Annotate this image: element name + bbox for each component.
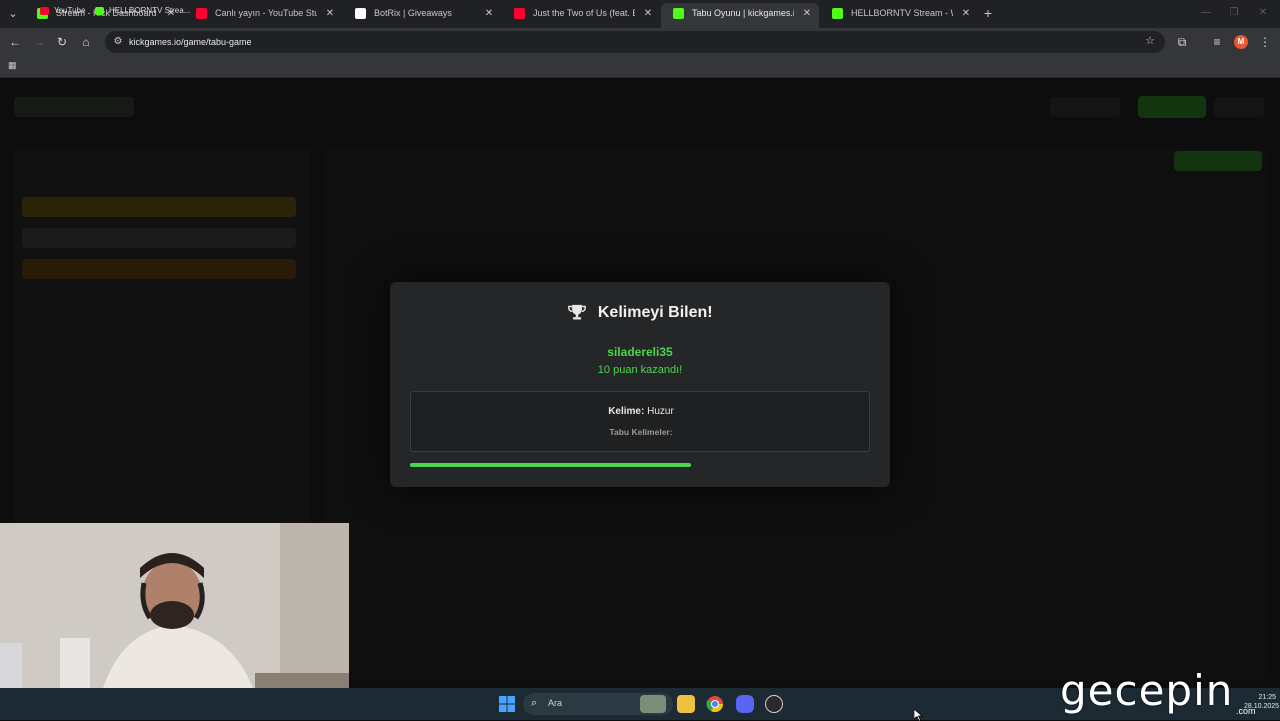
apps-grid-icon[interactable]: ▦: [8, 60, 18, 70]
youtube-studio-icon: [196, 8, 207, 19]
site-info-icon[interactable]: ⚙: [111, 35, 125, 49]
file-explorer-icon[interactable]: [677, 695, 695, 713]
profile-avatar[interactable]: M: [1234, 35, 1248, 49]
tab-close-icon[interactable]: ✕: [960, 3, 972, 24]
tab-search-chevron-icon[interactable]: ⌄: [5, 6, 21, 22]
tab-title: Tabu Oyunu | kickgames.io: [692, 8, 794, 18]
browser-tab[interactable]: Tabu Oyunu | kickgames.io ✕: [661, 3, 819, 28]
site-logo: [14, 97, 134, 117]
tab-title: Canlı yayın - YouTube Studio: [215, 8, 317, 18]
tab-close-icon[interactable]: ✕: [642, 3, 654, 24]
clock-time: 21:25: [1258, 694, 1276, 701]
main-action-button: [1174, 151, 1262, 171]
watermark-logo: gecepin: [1060, 666, 1234, 715]
new-tab-button[interactable]: +: [981, 5, 995, 21]
tab-title: BotRix | Giveaways: [374, 8, 452, 18]
kick-icon: [832, 8, 843, 19]
panel-row: [22, 228, 296, 248]
youtube-icon: [40, 7, 49, 15]
address-bar[interactable]: ⚙ kickgames.io/game/tabu-game ☆: [105, 31, 1165, 53]
countdown-progress-fill: [410, 463, 691, 467]
search-icon: ⌕: [531, 697, 538, 709]
tab-title: Just the Two of Us (feat. Bill Wi: [533, 8, 635, 18]
home-icon[interactable]: ⌂: [78, 34, 94, 50]
tab-close-icon[interactable]: ✕: [324, 3, 336, 24]
tab-close-icon[interactable]: ✕: [801, 3, 813, 24]
maximize-icon[interactable]: ❐: [1227, 6, 1241, 20]
word-label: Kelime:: [608, 406, 645, 417]
watermark-domain: .com: [1236, 706, 1256, 716]
search-highlight-icon[interactable]: [640, 695, 666, 713]
taboo-words-label: Tabu Kelimeler:: [609, 427, 673, 437]
youtube-icon: [514, 8, 525, 19]
winner-username: siladereli35: [607, 345, 673, 359]
bookmark-youtube[interactable]: YouTube: [40, 4, 85, 18]
kickgames-icon: [673, 8, 684, 19]
app-icon[interactable]: [765, 695, 783, 713]
search-placeholder: Ara: [548, 698, 563, 708]
forward-icon[interactable]: →: [31, 34, 47, 50]
browser-tab-strip: ⌄ Stream - Kick Dashboard ✕ Canlı yayın - …: [0, 0, 1280, 28]
modal-title: Kelimeyi Bilen!: [597, 304, 713, 321]
back-icon[interactable]: ←: [7, 34, 23, 50]
panel-row-yellow: [22, 197, 296, 217]
header-button: [1138, 96, 1206, 118]
mouse-cursor-icon: [914, 709, 923, 721]
modal-header: Kelimeyi Bilen!: [390, 304, 890, 324]
kick-icon: [95, 7, 104, 15]
browser-tab[interactable]: BotRix | Giveaways ✕: [343, 3, 501, 28]
bookmark-label: YouTube: [54, 6, 86, 15]
extensions-icon[interactable]: ⧉: [1174, 34, 1190, 50]
header-link: [1050, 97, 1120, 117]
browser-tab[interactable]: HELLBORNTV Stream - Watch L ✕: [820, 3, 978, 28]
word-line: Kelime: Huzur: [411, 406, 871, 417]
bookmark-hellborntv[interactable]: HELLBORNTV Strea...: [95, 4, 190, 18]
windows-start-icon[interactable]: [498, 695, 516, 713]
url-text[interactable]: kickgames.io/game/tabu-game: [129, 35, 252, 49]
trophy-icon: [568, 304, 587, 320]
word-card: Kelime: Huzur Tabu Kelimeler:: [410, 391, 870, 452]
tab-close-icon[interactable]: ✕: [483, 3, 495, 24]
chrome-icon[interactable]: [706, 695, 724, 713]
word-value: Huzur: [647, 406, 674, 417]
panel-row-orange: [22, 259, 296, 279]
bookmark-star-icon[interactable]: ☆: [1145, 34, 1155, 47]
bookmarks-bar: [0, 56, 1280, 78]
header-link: [1214, 97, 1264, 117]
reload-icon[interactable]: ↻: [54, 34, 70, 50]
more-menu-icon[interactable]: ⋮: [1257, 34, 1273, 50]
media-control-icon[interactable]: ≡: [1209, 34, 1225, 50]
minimize-icon[interactable]: —: [1199, 6, 1213, 20]
browser-tab[interactable]: Canlı yayın - YouTube Studio ✕: [184, 3, 342, 28]
botrix-icon: [355, 8, 366, 19]
discord-icon[interactable]: [736, 695, 754, 713]
points-earned: 10 puan kazandı!: [597, 364, 683, 376]
bookmark-label: HELLBORNTV Strea...: [109, 6, 191, 15]
tab-title: HELLBORNTV Stream - Watch L: [851, 8, 953, 18]
close-window-icon[interactable]: ✕: [1256, 6, 1270, 20]
countdown-progress-bar: [410, 463, 870, 467]
winner-modal: Kelimeyi Bilen! siladereli35 10 puan kaz…: [390, 282, 890, 487]
browser-tab[interactable]: Just the Two of Us (feat. Bill Wi ✕: [502, 3, 660, 28]
